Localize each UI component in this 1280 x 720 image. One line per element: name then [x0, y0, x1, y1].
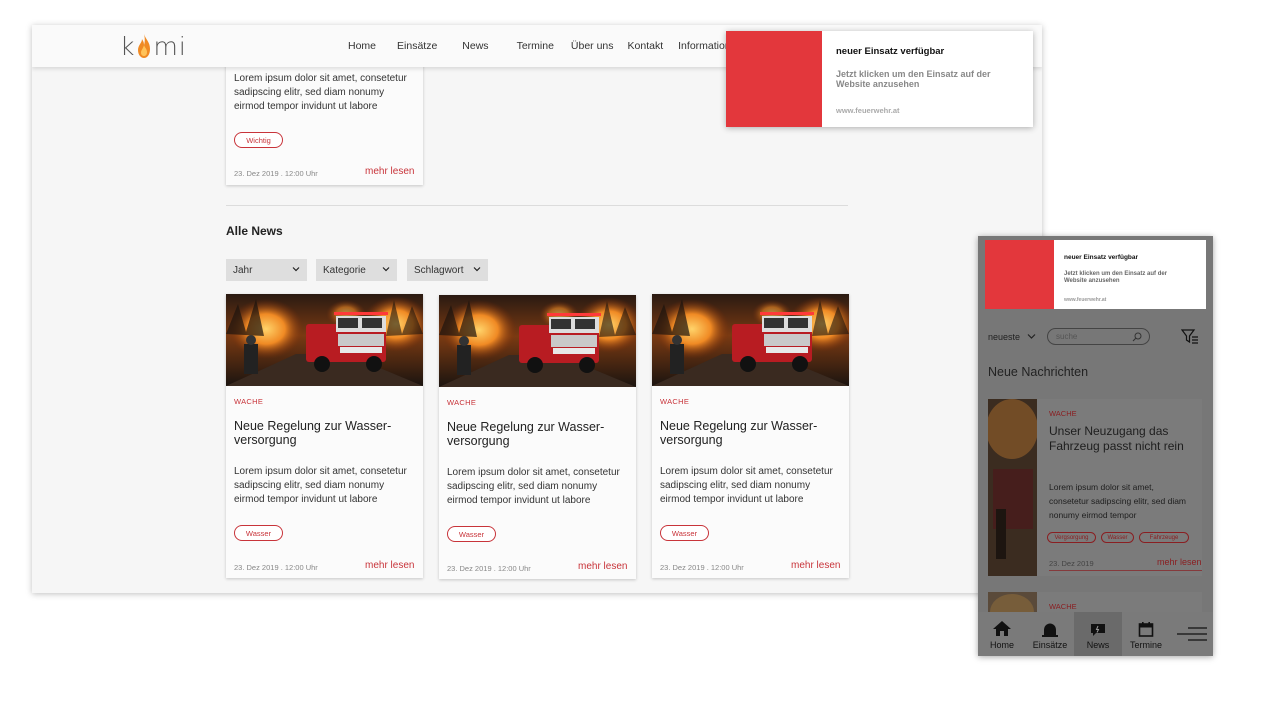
tag-badge[interactable]: Wasser	[234, 525, 283, 541]
read-more-link[interactable]: mehr lesen	[791, 560, 840, 571]
card-text: Lorem ipsum dolor sit amet, consetetur s…	[234, 466, 407, 505]
tag-badge[interactable]: Wasser	[660, 525, 709, 541]
tab-label: Termine	[1129, 640, 1162, 650]
filter-icon[interactable]	[1181, 329, 1199, 345]
calendar-icon	[1138, 622, 1154, 637]
card-text: Lorem ipsum dolor sit amet, consetetur s…	[234, 73, 407, 112]
card-date: 23. Dez 2019 . 12:00 Uhr	[234, 563, 318, 572]
card-date: 23. Dez 2019	[1049, 559, 1094, 568]
card-category: WACHE	[1049, 409, 1077, 418]
tab-einsaetze[interactable]: Einsätze	[1026, 612, 1074, 656]
tag-badge[interactable]: Wichtig	[234, 132, 283, 148]
card-date: 23. Dez 2019 . 12:00 Uhr	[234, 169, 318, 178]
tab-label: Home	[989, 640, 1014, 650]
sort-dropdown[interactable]: neueste	[988, 332, 1036, 342]
news-image	[439, 295, 636, 387]
flame-icon	[138, 34, 151, 58]
search-placeholder: suche	[1056, 332, 1078, 341]
mobile-news-card[interactable]: WACHE Unser Neuzugang das Fahrzeug passt…	[988, 399, 1202, 576]
notification-url: www.feuerwehr.at	[1064, 297, 1107, 303]
bottom-tab-bar: Home Einsätze News Termine	[978, 612, 1213, 656]
nav-item-einsaetze[interactable]: Einsätze	[397, 40, 437, 52]
nav-item-news[interactable]: News	[462, 40, 488, 52]
card-category: WACHE	[234, 397, 264, 406]
card-date: 23. Dez 2019 . 12:00 Uhr	[447, 564, 531, 573]
news-card[interactable]: WACHE Neue Regelung zur Wasser-versorgun…	[226, 294, 423, 578]
news-card[interactable]: WACHE Neue Regelung zur Wasser-versorgun…	[439, 295, 636, 579]
search-icon	[1132, 332, 1142, 342]
tab-home[interactable]: Home	[978, 612, 1026, 656]
nav-item-ueber-uns[interactable]: Über uns	[571, 40, 614, 52]
hamburger-menu-icon	[1176, 627, 1207, 641]
push-notification[interactable]: neuer Einsatz verfügbar Jetzt klicken um…	[726, 31, 1033, 127]
card-text: Lorem ipsum dolor sit amet, consetetur s…	[1049, 482, 1187, 520]
chevron-down-icon	[473, 267, 481, 272]
news-image	[988, 399, 1037, 576]
read-more-link[interactable]: mehr lesen	[578, 561, 627, 572]
home-icon	[993, 621, 1011, 636]
filter-category-label: Kategorie	[323, 264, 366, 276]
tag-badge[interactable]: Wasser	[447, 526, 496, 542]
notification-image	[726, 31, 822, 127]
card-title: Neue Regelung zur Wasser-versorgung	[234, 419, 392, 447]
filter-category[interactable]: Kategorie	[316, 259, 397, 281]
mobile-frame: neuer Einsatz verfügbar Jetzt klicken um…	[978, 236, 1213, 656]
card-text: Lorem ipsum dolor sit amet, consetetur s…	[660, 466, 833, 505]
card-title: Neue Regelung zur Wasser-versorgung	[660, 419, 818, 447]
main-nav: Home Einsätze News Termine Über uns Kont…	[348, 25, 742, 67]
news-image	[226, 294, 423, 386]
tab-termine[interactable]: Termine	[1122, 612, 1170, 656]
sort-label: neueste	[988, 332, 1021, 342]
card-category: WACHE	[1049, 602, 1077, 611]
menu-button[interactable]	[1170, 612, 1213, 656]
chevron-down-icon	[382, 267, 390, 272]
read-more-link[interactable]: mehr lesen	[365, 560, 414, 571]
search-input[interactable]: suche	[1047, 328, 1150, 345]
mobile-push-notification[interactable]: neuer Einsatz verfügbar Jetzt klicken um…	[985, 240, 1206, 309]
tag-badge[interactable]: Vergsorgung	[1047, 532, 1096, 543]
filter-year-label: Jahr	[233, 264, 253, 276]
read-more-link[interactable]: mehr lesen	[1157, 557, 1202, 567]
notification-title: neuer Einsatz verfügbar	[836, 46, 945, 57]
logo[interactable]: k mi	[120, 31, 187, 61]
card-title: Unser Neuzugang das Fahrzeug passt nicht…	[1049, 424, 1184, 453]
tab-label: News	[1086, 640, 1110, 650]
news-icon	[1091, 624, 1105, 636]
card-text: Lorem ipsum dolor sit amet, consetetur s…	[447, 467, 620, 506]
card-title: Neue Regelung zur Wasser-versorgung	[447, 420, 605, 448]
filter-tag[interactable]: Schlagwort	[407, 259, 488, 281]
notification-url: www.feuerwehr.at	[836, 106, 900, 115]
siren-icon	[1042, 623, 1058, 637]
notification-image	[985, 240, 1054, 309]
notification-title: neuer Einsatz verfügbar	[1064, 254, 1139, 261]
tab-label: Einsätze	[1032, 640, 1068, 650]
news-card[interactable]: WACHE Neue Regelung zur Wasser-versorgun…	[652, 294, 849, 578]
filter-year[interactable]: Jahr	[226, 259, 307, 281]
notification-body: Jetzt klicken um den Einsatz auf der Web…	[1064, 271, 1168, 284]
card-date: 23. Dez 2019 . 12:00 Uhr	[660, 563, 744, 572]
tag-badge[interactable]: Wasser	[1101, 532, 1134, 543]
news-image	[652, 294, 849, 386]
chevron-down-icon	[1027, 334, 1035, 339]
card-category: WACHE	[447, 398, 477, 407]
read-more-link[interactable]: mehr lesen	[365, 166, 414, 177]
notification-body: Jetzt klicken um den Einsatz auf der Web…	[836, 69, 991, 89]
tag-badge[interactable]: Fahrzeuge	[1139, 532, 1189, 543]
section-title: Alle News	[226, 224, 283, 238]
filter-tag-label: Schlagwort	[414, 264, 464, 276]
chevron-down-icon	[292, 267, 300, 272]
logo-text-left: k	[120, 31, 136, 61]
tab-news[interactable]: News	[1074, 612, 1122, 656]
card-category: WACHE	[660, 397, 690, 406]
logo-text-right: mi	[153, 31, 187, 61]
nav-item-kontakt[interactable]: Kontakt	[628, 40, 664, 52]
nav-item-termine[interactable]: Termine	[517, 40, 554, 52]
section-divider	[226, 205, 848, 206]
divider	[1049, 570, 1202, 571]
mobile-heading: Neue Nachrichten	[988, 365, 1089, 379]
nav-item-home[interactable]: Home	[348, 40, 376, 52]
